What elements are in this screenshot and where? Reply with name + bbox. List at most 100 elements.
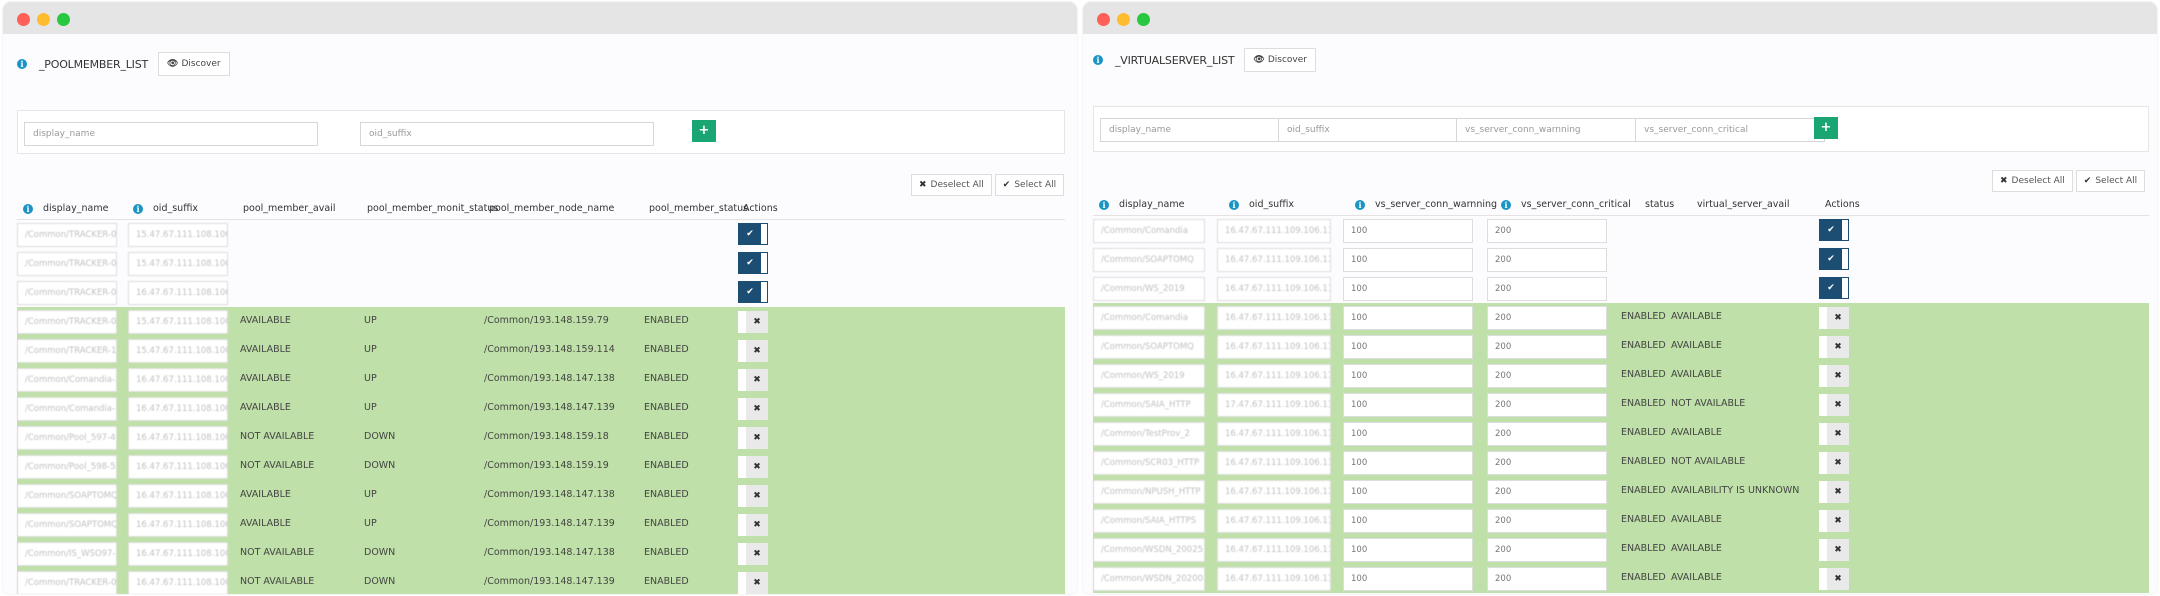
toggle-off-switch[interactable]: ✖	[1819, 394, 1849, 416]
oid-suffix-input[interactable]: 16.47.67.111.108.100.111.3	[128, 426, 228, 450]
warning-filter-input[interactable]: vs_server_conn_warnning	[1456, 118, 1658, 142]
toggle-on-switch[interactable]: ✔	[738, 252, 768, 274]
column-header-display-name[interactable]: i display_name	[1099, 199, 1184, 210]
add-button[interactable]: +	[1814, 117, 1838, 139]
oid-suffix-input[interactable]: 16.47.67.111.109.106.111.3.104	[1217, 364, 1331, 388]
column-header-warning[interactable]: i vs_server_conn_warnning	[1355, 199, 1497, 210]
toggle-off-switch[interactable]: ✖	[1819, 481, 1849, 503]
toggle-on-switch[interactable]: ✔	[1819, 219, 1849, 241]
display-name-input[interactable]: /Common/WS_2019	[1093, 364, 1205, 388]
info-icon[interactable]: i	[17, 59, 27, 69]
display-name-input[interactable]: /Common/SAIA_HTTPS	[1093, 509, 1205, 533]
toggle-on-switch[interactable]: ✔	[1819, 248, 1849, 270]
critical-filter-input[interactable]: vs_server_conn_critical	[1635, 118, 1825, 142]
column-header-pool-member-avail[interactable]: pool_member_avail	[243, 203, 335, 214]
critical-input[interactable]: 200	[1487, 277, 1607, 301]
critical-input[interactable]: 200	[1487, 422, 1607, 446]
critical-input[interactable]: 200	[1487, 567, 1607, 591]
select-all-button[interactable]: ✔ Select All	[2075, 170, 2146, 192]
oid-suffix-input[interactable]: 16.47.67.111.108.100.111.3	[128, 281, 228, 305]
toggle-off-switch[interactable]: ✖	[1819, 423, 1849, 445]
display-name-input[interactable]: /Common/Pool_597-4	[17, 426, 117, 450]
column-header-oid-suffix[interactable]: i oid_suffix	[1229, 199, 1294, 210]
warning-input[interactable]: 100	[1343, 393, 1473, 417]
deselect-all-button[interactable]: ✖ Deselect All	[911, 174, 992, 196]
toggle-off-switch[interactable]: ✖	[1819, 510, 1849, 532]
display-name-input[interactable]: /Common/SCR03_HTTP	[1093, 451, 1205, 475]
close-window-button[interactable]	[1097, 13, 1110, 26]
info-icon[interactable]: i	[1355, 200, 1365, 210]
toggle-off-switch[interactable]: ✖	[738, 311, 768, 333]
toggle-off-switch[interactable]: ✖	[1819, 365, 1849, 387]
warning-input[interactable]: 100	[1343, 277, 1473, 301]
column-header-monit-status[interactable]: pool_member_monit_status	[367, 203, 498, 214]
oid-suffix-input[interactable]: 16.47.67.111.109.106.111.3.104	[1217, 480, 1331, 504]
display-name-input[interactable]: /Common/TRACKER-0	[17, 223, 117, 247]
oid-suffix-input[interactable]: 16.47.67.111.109.106.111.3.104	[1217, 306, 1331, 330]
display-name-input[interactable]: /Common/NPUSH_HTTP	[1093, 480, 1205, 504]
critical-input[interactable]: 200	[1487, 451, 1607, 475]
oid-suffix-input[interactable]: 16.47.67.111.108.100.111.3	[128, 455, 228, 479]
warning-input[interactable]: 100	[1343, 567, 1473, 591]
info-icon[interactable]: i	[1229, 200, 1239, 210]
oid-suffix-input[interactable]: 16.47.67.111.108.100.111.3	[128, 484, 228, 508]
display-name-input[interactable]: /Common/TRACKER-1	[17, 339, 117, 363]
oid-suffix-input[interactable]: 16.47.67.111.108.100.111.3	[128, 368, 228, 392]
toggle-off-switch[interactable]: ✖	[738, 340, 768, 362]
info-icon[interactable]: i	[23, 204, 33, 214]
display-name-filter-input[interactable]: display_name	[1100, 118, 1302, 142]
oid-suffix-input[interactable]: 16.47.67.111.109.106.111.3.104	[1217, 422, 1331, 446]
warning-input[interactable]: 100	[1343, 451, 1473, 475]
toggle-off-switch[interactable]: ✖	[738, 543, 768, 565]
info-icon[interactable]: i	[1501, 200, 1511, 210]
warning-input[interactable]: 100	[1343, 306, 1473, 330]
toggle-off-switch[interactable]: ✖	[738, 369, 768, 391]
toggle-off-switch[interactable]: ✖	[738, 427, 768, 449]
display-name-input[interactable]: /Common/SOAPTOMQ	[1093, 335, 1205, 359]
minimize-window-button[interactable]	[37, 13, 50, 26]
critical-input[interactable]: 200	[1487, 248, 1607, 272]
column-header-status[interactable]: status	[1645, 199, 1674, 210]
critical-input[interactable]: 200	[1487, 335, 1607, 359]
oid-suffix-input[interactable]: 15.47.67.111.108.100.111.3	[128, 339, 228, 363]
column-header-display-name[interactable]: i display_name	[23, 203, 108, 214]
column-header-node-name[interactable]: pool_member_node_name	[489, 203, 614, 214]
oid-suffix-input[interactable]: 16.47.67.111.108.100.111.3	[128, 397, 228, 421]
display-name-input[interactable]: /Common/TRACKER-0	[17, 252, 117, 276]
display-name-input[interactable]: /Common/WSDN_20025	[1093, 538, 1205, 562]
oid-suffix-input[interactable]: 16.47.67.111.109.106.111.3.104	[1217, 219, 1331, 243]
critical-input[interactable]: 200	[1487, 219, 1607, 243]
display-name-input[interactable]: /Common/Pool_598-5	[17, 455, 117, 479]
display-name-input[interactable]: /Common/Comandia	[1093, 306, 1205, 330]
display-name-input[interactable]: /Common/Comandia-2	[17, 368, 117, 392]
oid-suffix-input[interactable]: 15.47.67.111.108.100.111.3	[128, 223, 228, 247]
toggle-off-switch[interactable]: ✖	[1819, 307, 1849, 329]
critical-input[interactable]: 200	[1487, 538, 1607, 562]
minimize-window-button[interactable]	[1117, 13, 1130, 26]
oid-suffix-input[interactable]: 15.47.67.111.108.100.111.3	[128, 252, 228, 276]
toggle-off-switch[interactable]: ✖	[1819, 452, 1849, 474]
oid-suffix-input[interactable]: 16.47.67.111.109.106.111.3.104	[1217, 335, 1331, 359]
critical-input[interactable]: 200	[1487, 393, 1607, 417]
warning-input[interactable]: 100	[1343, 248, 1473, 272]
oid-suffix-input[interactable]: 16.47.67.111.109.106.111.3.104	[1217, 509, 1331, 533]
close-window-button[interactable]	[17, 13, 30, 26]
display-name-input[interactable]: /Common/WS_2019	[1093, 277, 1205, 301]
display-name-input[interactable]: /Common/SOAPTOMQ-6	[17, 484, 117, 508]
column-header-critical[interactable]: i vs_server_conn_critical	[1501, 199, 1631, 210]
deselect-all-button[interactable]: ✖ Deselect All	[1992, 170, 2073, 192]
maximize-window-button[interactable]	[1137, 13, 1150, 26]
oid-suffix-input[interactable]: 16.47.67.111.109.106.111.3.104	[1217, 567, 1331, 591]
toggle-on-switch[interactable]: ✔	[738, 281, 768, 303]
oid-suffix-filter-input[interactable]: oid_suffix	[360, 122, 654, 146]
warning-input[interactable]: 100	[1343, 335, 1473, 359]
column-header-avail[interactable]: virtual_server_avail	[1697, 199, 1790, 210]
display-name-input[interactable]: /Common/SOAPTOMQ	[1093, 248, 1205, 272]
display-name-input[interactable]: /Common/IS_WSO97-8	[17, 542, 117, 566]
display-name-filter-input[interactable]: display_name	[24, 122, 318, 146]
toggle-off-switch[interactable]: ✖	[738, 456, 768, 478]
select-all-button[interactable]: ✔ Select All	[994, 174, 1065, 196]
toggle-off-switch[interactable]: ✖	[1819, 539, 1849, 561]
toggle-on-switch[interactable]: ✔	[738, 223, 768, 245]
display-name-input[interactable]: /Common/TRACKER-0	[17, 310, 117, 334]
